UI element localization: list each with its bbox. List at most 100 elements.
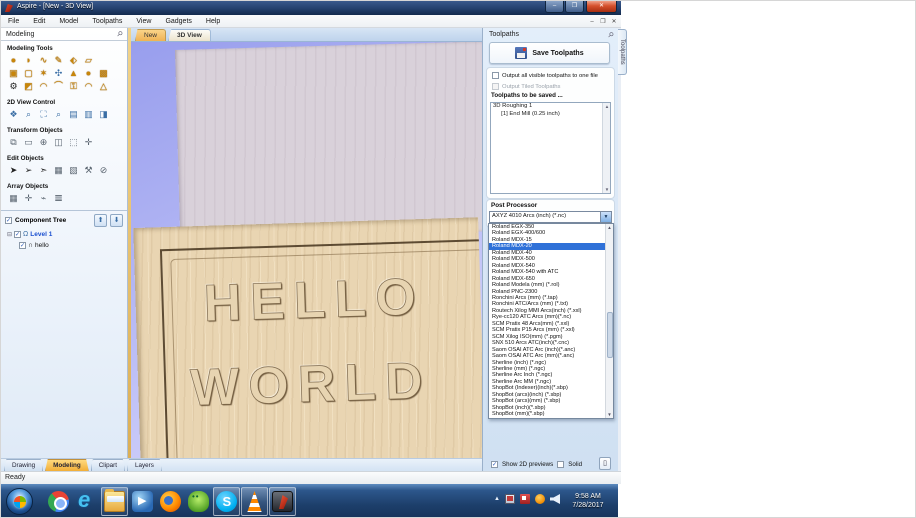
chamfer-tool-icon[interactable]: ◗: [23, 55, 34, 66]
erase-icon[interactable]: ⊘: [98, 165, 109, 176]
outline-tool-icon[interactable]: △: [98, 81, 109, 92]
view-tab-3d-view[interactable]: 3D View: [168, 29, 211, 41]
select-icon[interactable]: ➤: [8, 165, 19, 176]
ungroup-icon[interactable]: ▧: [68, 165, 79, 176]
circle-array-icon[interactable]: ✛: [23, 193, 34, 204]
align-object-icon[interactable]: ✛: [83, 137, 94, 148]
taskbar-ie-icon[interactable]: [73, 487, 100, 516]
toolpath-list-scrollbar[interactable]: ▲ ▼: [602, 103, 610, 193]
sphere-tool-icon[interactable]: ●: [8, 55, 19, 66]
move-down-button[interactable]: ⬇: [110, 214, 123, 227]
mound-tool-icon[interactable]: ◠: [38, 81, 49, 92]
menu-toolpaths[interactable]: Toolpaths: [85, 15, 129, 28]
import-model-icon[interactable]: ▱: [83, 55, 94, 66]
scroll-down-icon[interactable]: ▼: [603, 187, 610, 192]
menu-model[interactable]: Model: [52, 15, 85, 28]
volume-icon[interactable]: [550, 494, 560, 504]
taskbar-chrome-icon[interactable]: [45, 487, 72, 516]
toolpath-list-item[interactable]: [1] End Mill (0.25 inch): [491, 111, 610, 119]
view-tab-new[interactable]: New: [135, 29, 167, 41]
menu-view[interactable]: View: [129, 15, 158, 28]
scale-object-icon[interactable]: ▭: [23, 137, 34, 148]
center-object-icon[interactable]: ⊕: [38, 137, 49, 148]
toolpaths-side-tab[interactable]: Toolpaths: [618, 29, 627, 75]
mdi-close-button[interactable]: ✕: [610, 18, 618, 25]
warp-tool-icon[interactable]: ✣: [53, 68, 64, 79]
taskbar-wmp-icon[interactable]: [129, 487, 156, 516]
split-view-icon[interactable]: ▤: [68, 109, 79, 120]
post-processor-option[interactable]: ShopBot (mm)(*.sbp): [489, 411, 613, 417]
switch-view-icon[interactable]: ◨: [98, 109, 109, 120]
flip-object-icon[interactable]: ◫: [53, 137, 64, 148]
dropdown-scrollbar[interactable]: ▲ ▼: [605, 224, 613, 418]
show-2d-previews-checkbox[interactable]: ✓: [491, 461, 498, 468]
maximize-button[interactable]: ❐: [565, 1, 584, 13]
select-copy-icon[interactable]: ➢: [23, 165, 34, 176]
level1-checkbox[interactable]: ✓: [14, 231, 22, 238]
tab-modeling[interactable]: Modeling: [45, 459, 89, 471]
zoom-icon[interactable]: ⌕: [23, 109, 34, 120]
sweep-tool-icon[interactable]: ∿: [38, 55, 49, 66]
fillet-tool-icon[interactable]: ▢: [23, 68, 34, 79]
zoom-out-icon[interactable]: ⌕: [53, 109, 64, 120]
path-array-icon[interactable]: ⌁: [38, 193, 49, 204]
lock-tool-icon[interactable]: ⚿: [68, 81, 79, 92]
expander-icon[interactable]: ⊟: [7, 231, 12, 238]
menu-edit[interactable]: Edit: [26, 15, 52, 28]
taskbar-vlc-icon[interactable]: [241, 487, 268, 516]
hello-checkbox[interactable]: ✓: [19, 242, 26, 249]
mdi-restore-button[interactable]: ❐: [599, 18, 607, 25]
nest-objects-icon[interactable]: 𝌆: [53, 193, 64, 204]
select-move-icon[interactable]: ➣: [38, 165, 49, 176]
chevron-down-icon[interactable]: ▼: [600, 212, 611, 222]
texture-tool-icon[interactable]: ▣: [8, 68, 19, 79]
taskbar-creature-icon[interactable]: [185, 487, 212, 516]
minimize-button[interactable]: –: [545, 1, 564, 13]
taskbar-skype-icon[interactable]: [213, 487, 240, 516]
sculpt-tool-icon[interactable]: ✎: [53, 55, 64, 66]
tab-clipart[interactable]: Clipart: [90, 459, 125, 471]
extrude-tool-icon[interactable]: ⬖: [68, 55, 79, 66]
toolpath-list[interactable]: 3D Roughing 1 [1] End Mill (0.25 inch) ▲…: [490, 102, 611, 194]
component-tree-checkbox[interactable]: ✓: [5, 217, 12, 224]
zoom-box-icon[interactable]: ⛶: [38, 109, 49, 120]
hill-tool-icon[interactable]: ◠: [83, 81, 94, 92]
dome-tool-icon[interactable]: ●: [83, 68, 94, 79]
group-icon[interactable]: ▦: [53, 165, 64, 176]
wrench-tool-icon[interactable]: ⚙: [8, 81, 19, 92]
close-button[interactable]: ✕: [586, 1, 617, 13]
measure-icon[interactable]: ⚒: [83, 165, 94, 176]
tab-layers[interactable]: Layers: [126, 459, 162, 471]
flag-icon[interactable]: [520, 494, 530, 504]
scroll-down-icon[interactable]: ▼: [606, 412, 613, 417]
output-one-file-option[interactable]: Output all visible toolpaths to one file: [492, 72, 598, 79]
cone-tool-icon[interactable]: ▲: [68, 68, 79, 79]
taskbar-clock[interactable]: 9:58 AM 7/28/2017: [562, 493, 614, 510]
menu-help[interactable]: Help: [199, 15, 227, 28]
angle-tool-icon[interactable]: ◩: [23, 81, 34, 92]
display-icon[interactable]: [505, 494, 515, 504]
scroll-thumb[interactable]: [606, 312, 613, 358]
panel-tool-icon[interactable]: ▩: [98, 68, 109, 79]
post-processor-combobox[interactable]: AXYZ 4010 Arcs (inch) (*.nc) ▼: [489, 211, 612, 223]
bump-tool-icon[interactable]: ⌒: [53, 81, 64, 92]
pan-view-icon[interactable]: ❖: [8, 109, 19, 120]
menu-file[interactable]: File: [1, 15, 26, 28]
update-icon[interactable]: [535, 494, 545, 504]
solid-checkbox[interactable]: [557, 461, 565, 468]
move-object-icon[interactable]: ⧉: [8, 137, 19, 148]
toolpath-list-item[interactable]: 3D Roughing 1: [491, 103, 610, 111]
taskbar-explorer-icon[interactable]: [101, 487, 128, 516]
start-button[interactable]: [6, 488, 33, 515]
toggle-panel-button[interactable]: ▯: [599, 457, 611, 470]
tile-view-icon[interactable]: ▥: [83, 109, 94, 120]
output-one-file-checkbox[interactable]: [492, 72, 499, 79]
save-toolpaths-button[interactable]: Save Toolpaths: [489, 42, 610, 64]
grid-array-icon[interactable]: ▦: [8, 193, 19, 204]
rotate-object-icon[interactable]: ⬚: [68, 137, 79, 148]
taskbar-aspire-icon[interactable]: [269, 487, 296, 516]
tray-expand-icon[interactable]: ▲: [494, 496, 500, 502]
move-up-button[interactable]: ⬆: [94, 214, 107, 227]
scroll-up-icon[interactable]: ▲: [603, 104, 610, 109]
tree-item-hello[interactable]: ✓ ∩ hello: [1, 242, 127, 249]
